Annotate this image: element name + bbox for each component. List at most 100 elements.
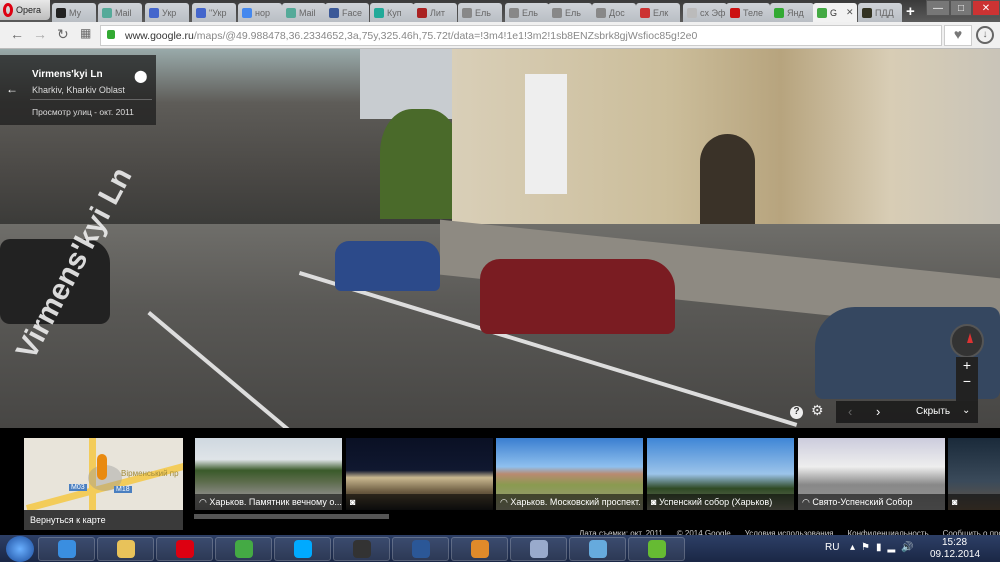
- address-bar-row: ← → ↻ ▦ www.google.ru/maps/@49.988478,36…: [0, 22, 1000, 49]
- minimize-button[interactable]: —: [926, 0, 950, 16]
- tab-label: Теле: [743, 7, 763, 18]
- browser-tab[interactable]: Mail: [282, 3, 326, 22]
- download-icon[interactable]: ↓: [976, 26, 994, 44]
- back-arrow-icon[interactable]: ←: [6, 82, 18, 96]
- utorrent-icon: [647, 540, 666, 558]
- taskbar-app-explorer[interactable]: [97, 537, 154, 561]
- tab-favicon-icon: [56, 7, 66, 18]
- browser-tab[interactable]: Ель: [548, 3, 592, 22]
- close-window-button[interactable]: ✕: [972, 0, 1000, 16]
- collapse-chevron-icon[interactable]: ⌄: [962, 405, 970, 416]
- location-text: Kharkiv, Kharkiv Oblast: [32, 85, 125, 95]
- zoom-out-button[interactable]: −: [956, 373, 978, 389]
- tab-label: Ель: [475, 7, 491, 18]
- tab-label: Лит: [430, 7, 446, 18]
- prev-chevron-icon[interactable]: ‹: [848, 404, 852, 419]
- taskbar-app-paint[interactable]: [510, 537, 567, 561]
- thumbnail-caption: ◙ Успенский собор (Харьков): [647, 494, 794, 510]
- taskbar-app-word[interactable]: [392, 537, 449, 561]
- panorama-icon: ◠: [199, 497, 210, 507]
- url-domain: www.google.ru: [125, 30, 194, 42]
- taskbar-app-chrome[interactable]: [215, 537, 272, 561]
- tab-label: Mail: [299, 7, 316, 18]
- tab-favicon-icon: [196, 7, 206, 18]
- thumbnail-strip-controls: ‹ › Скрыть ⌄: [836, 401, 978, 423]
- browser-tab[interactable]: Ель: [458, 3, 502, 22]
- taskbar-app-utorrent[interactable]: [628, 537, 685, 561]
- taskbar-app-ie[interactable]: [38, 537, 95, 561]
- new-tab-button[interactable]: +: [906, 3, 915, 20]
- strip-scrollbar[interactable]: [194, 514, 389, 519]
- browser-tab[interactable]: Лит: [413, 3, 457, 22]
- browser-tab[interactable]: Янд: [770, 3, 814, 22]
- maximize-button[interactable]: □: [950, 0, 972, 16]
- opera-menu-button[interactable]: Opera: [0, 0, 50, 20]
- camera-icon: ◙: [350, 497, 356, 507]
- billboard: [525, 74, 567, 194]
- tab-favicon-icon: [596, 7, 606, 18]
- taskbar-app-home[interactable]: [451, 537, 508, 561]
- compass-icon[interactable]: [950, 324, 984, 358]
- zoom-control: + −: [956, 357, 978, 401]
- speed-dial-icon[interactable]: ▦: [80, 26, 91, 40]
- browser-tab[interactable]: Укр: [145, 3, 189, 22]
- photo-thumbnail[interactable]: ◠ Свято-Успенский Собор: [798, 438, 945, 510]
- next-chevron-icon[interactable]: ›: [876, 404, 880, 419]
- taskbar-app-photos[interactable]: [569, 537, 626, 561]
- browser-tab[interactable]: G ✕: [813, 3, 857, 22]
- hide-button[interactable]: Скрыть: [916, 406, 950, 417]
- photo-thumbnail[interactable]: ◙: [346, 438, 493, 510]
- tab-favicon-icon: [329, 7, 339, 18]
- opera-icon: [175, 540, 194, 558]
- map-pin-icon[interactable]: ⬤: [134, 69, 147, 83]
- back-to-map-button[interactable]: Вернуться к карте: [24, 510, 183, 530]
- start-button[interactable]: [6, 536, 34, 562]
- clock-time[interactable]: 15:28: [942, 537, 967, 548]
- browser-tab[interactable]: сх Эф: [683, 3, 727, 22]
- clock-date[interactable]: 09.12.2014: [930, 549, 980, 560]
- help-icon[interactable]: ?: [790, 406, 803, 419]
- photo-thumbnail[interactable]: ◙: [948, 438, 1000, 510]
- browser-tab[interactable]: Ель: [505, 3, 549, 22]
- photos-icon: [588, 540, 607, 558]
- settings-gear-icon[interactable]: ⚙: [811, 402, 824, 419]
- browser-tab[interactable]: Елк: [636, 3, 680, 22]
- browser-tab[interactable]: нор: [238, 3, 282, 22]
- photo-thumbnail[interactable]: ◠ Харьков. Московский проспект.: [496, 438, 643, 510]
- divider: [30, 99, 152, 100]
- tab-label: Ель: [522, 7, 538, 18]
- browser-tab[interactable]: Теле: [726, 3, 770, 22]
- taskbar-app-skype[interactable]: [274, 537, 331, 561]
- bookmark-heart-button[interactable]: ♥: [944, 25, 972, 46]
- zoom-in-button[interactable]: +: [956, 357, 978, 373]
- reload-icon[interactable]: ↻: [57, 26, 69, 43]
- tab-favicon-icon: [817, 7, 827, 18]
- browser-tab[interactable]: "Укр: [192, 3, 236, 22]
- forward-icon[interactable]: →: [33, 26, 47, 42]
- photo-thumbnail[interactable]: ◙ Успенский собор (Харьков): [647, 438, 794, 510]
- tab-label: сх Эф: [700, 7, 726, 18]
- word-icon: [411, 540, 430, 558]
- browser-tab[interactable]: Дос: [592, 3, 636, 22]
- thumbnail-caption: ◠ Харьков. Московский проспект.: [496, 494, 643, 510]
- browser-tab[interactable]: Face: [325, 3, 369, 22]
- tab-label: Янд: [787, 7, 804, 18]
- tab-favicon-icon: [286, 7, 296, 18]
- taskbar-app-camera[interactable]: [333, 537, 390, 561]
- browser-tab[interactable]: Куп: [370, 3, 414, 22]
- taskbar-app-opera[interactable]: [156, 537, 213, 561]
- tray-icons[interactable]: ▴⚑▮▂🔊: [850, 542, 920, 553]
- tab-favicon-icon: [417, 7, 427, 18]
- url-input[interactable]: www.google.ru/maps/@49.988478,36.2334652…: [100, 25, 942, 46]
- minimap-card[interactable]: Вірменський пр M03 M18 Вернуться к карте: [24, 438, 183, 530]
- tab-label: Mail: [115, 7, 132, 18]
- browser-tab[interactable]: Mail: [98, 3, 142, 22]
- tab-close-icon[interactable]: ✕: [846, 7, 854, 18]
- opera-label: Opera: [16, 5, 42, 15]
- browser-tab[interactable]: Му: [52, 3, 96, 22]
- browser-tab[interactable]: ПДД: [858, 3, 902, 22]
- back-icon[interactable]: ←: [10, 26, 24, 42]
- map-street-label: Вірменський пр: [121, 469, 179, 478]
- photo-thumbnail[interactable]: ◠ Харьков. Памятник вечному о...: [195, 438, 342, 510]
- language-indicator[interactable]: RU: [825, 542, 839, 553]
